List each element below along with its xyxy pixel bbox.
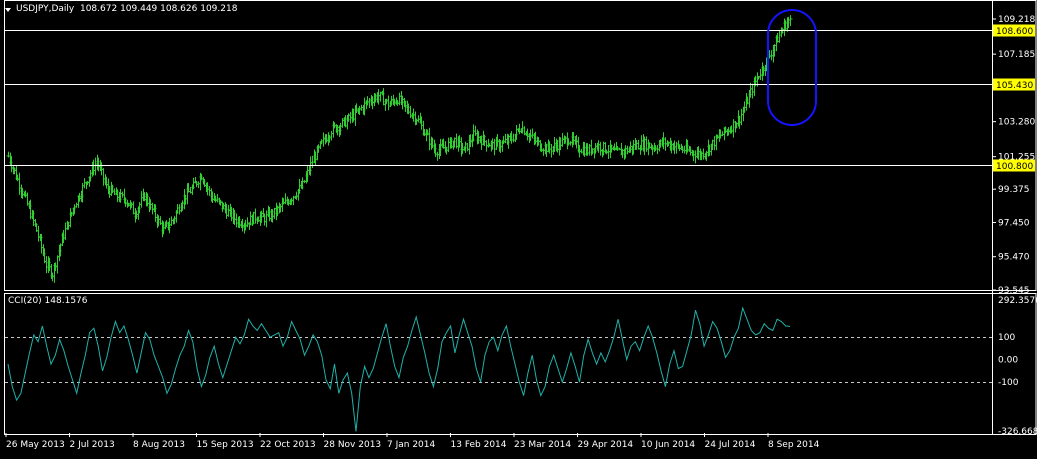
- price-bar: [530, 128, 535, 139]
- cci-tick-label: -100: [998, 378, 1019, 388]
- price-bar: [264, 210, 269, 228]
- symbol-label: USDJPY,Daily: [16, 4, 75, 14]
- time-label: 22 Oct 2013: [260, 440, 316, 450]
- price-bar: [340, 118, 345, 128]
- price-bar: [427, 127, 432, 151]
- cci-level-lines: [5, 337, 992, 383]
- price-bar: [701, 148, 706, 160]
- horizontal-lines[interactable]: 108.600 105.430 100.800: [5, 24, 1035, 173]
- price-bar: [6, 151, 11, 158]
- price-bar: [750, 83, 755, 99]
- price-axis: 109.218 107.185 103.280 101.255 99.375 97.450…: [992, 15, 1035, 296]
- price-bar: [712, 136, 717, 151]
- price-pane-border: [4, 0, 1037, 291]
- price-bar: [720, 131, 725, 137]
- price-bar: [101, 168, 106, 186]
- price-bar: [191, 177, 196, 190]
- price-tick-label: 107.185: [998, 50, 1035, 60]
- price-bar: [397, 92, 402, 106]
- highlight-circle: [767, 9, 817, 126]
- price-tick-label: 95.470: [998, 253, 1030, 263]
- price-bar: [473, 125, 478, 136]
- price-bar: [682, 145, 687, 154]
- cci-tick-label: 292.3576: [998, 296, 1037, 306]
- cci-axis: 292.3576 100 0.00 -100 -326.6682: [998, 296, 1037, 437]
- time-label: 10 Jun 2014: [641, 440, 695, 450]
- time-label: 26 May 2013: [6, 440, 65, 450]
- chart-menu-arrow-icon[interactable]: [5, 8, 11, 12]
- hline-label: 105.430: [996, 81, 1033, 91]
- price-tick-label: 99.375: [998, 185, 1030, 195]
- time-label: 13 Feb 2014: [451, 440, 507, 450]
- price-bar: [139, 191, 144, 208]
- price-bar: [509, 131, 514, 144]
- chart-canvas[interactable]: 108.600 105.430 100.800 109.218 107.185 103.…: [0, 0, 1037, 455]
- cci-series-line: [7, 306, 791, 432]
- cci-tick-label: 100: [998, 333, 1015, 343]
- price-bar: [55, 255, 60, 274]
- price-bar: [169, 216, 174, 226]
- time-label: 29 Apr 2014: [578, 440, 634, 450]
- symbol-header: USDJPY,Daily 108.672 109.449 108.626 109…: [16, 4, 237, 14]
- time-label: 7 Jan 2014: [387, 440, 435, 450]
- cci-header: CCI(20) 148.1576: [8, 296, 88, 306]
- price-bar: [329, 130, 334, 141]
- cci-tick-label: 0.00: [998, 356, 1018, 366]
- cci-line: [7, 306, 791, 432]
- price-bar: [492, 138, 497, 156]
- price-bar: [579, 148, 584, 154]
- price-bar: [435, 151, 440, 161]
- price-bar: [36, 225, 41, 242]
- price-bar: [568, 141, 573, 146]
- price-bar: [68, 208, 73, 228]
- hline-label: 108.600: [996, 27, 1033, 37]
- price-bar: [253, 208, 258, 224]
- cci-pane-border: [4, 293, 1037, 435]
- time-label: 15 Sep 2013: [197, 440, 254, 450]
- price-bar: [115, 189, 120, 203]
- highlight-ellipse: [767, 9, 817, 126]
- time-label: 24 Jul 2014: [705, 440, 756, 450]
- time-label: 28 Nov 2013: [324, 440, 382, 450]
- time-label: 23 Mar 2014: [514, 440, 571, 450]
- price-bar: [245, 217, 250, 228]
- price-bar: [93, 157, 98, 176]
- price-bar: [283, 193, 288, 205]
- price-bar: [463, 141, 468, 153]
- price-bars: [6, 15, 793, 283]
- price-bar: [44, 256, 49, 274]
- time-label: 2 Jul 2013: [70, 440, 115, 450]
- price-tick-label: 97.450: [998, 218, 1030, 228]
- price-bar: [177, 204, 182, 215]
- price-tick-label: 103.280: [998, 118, 1035, 128]
- cci-tick-label: -326.6682: [998, 427, 1037, 437]
- time-label: 8 Aug 2013: [133, 440, 185, 450]
- time-axis: 26 May 2013 2 Jul 2013 8 Aug 2013 15 Sep 20…: [5, 433, 820, 450]
- price-bar: [598, 141, 603, 156]
- price-bar: [175, 204, 180, 214]
- price-bar: [501, 136, 506, 145]
- price-bar: [636, 139, 641, 150]
- price-bar: [788, 15, 793, 27]
- price-bar: [234, 213, 239, 228]
- ohlc-values: 108.672 109.449 108.626 109.218: [79, 4, 238, 14]
- price-bar: [503, 133, 508, 144]
- price-tick-label: 109.218: [998, 15, 1035, 25]
- hline-label: 100.800: [996, 162, 1033, 172]
- price-bar: [381, 88, 386, 106]
- time-label: 8 Sep 2014: [768, 440, 820, 450]
- chart-window[interactable]: 108.600 105.430 100.800 109.218 107.185 103.…: [0, 0, 1037, 455]
- price-bar: [63, 222, 68, 241]
- price-bar: [74, 202, 79, 208]
- price-tick-label: 93.545: [998, 286, 1030, 296]
- price-tick-label: 101.255: [998, 153, 1035, 163]
